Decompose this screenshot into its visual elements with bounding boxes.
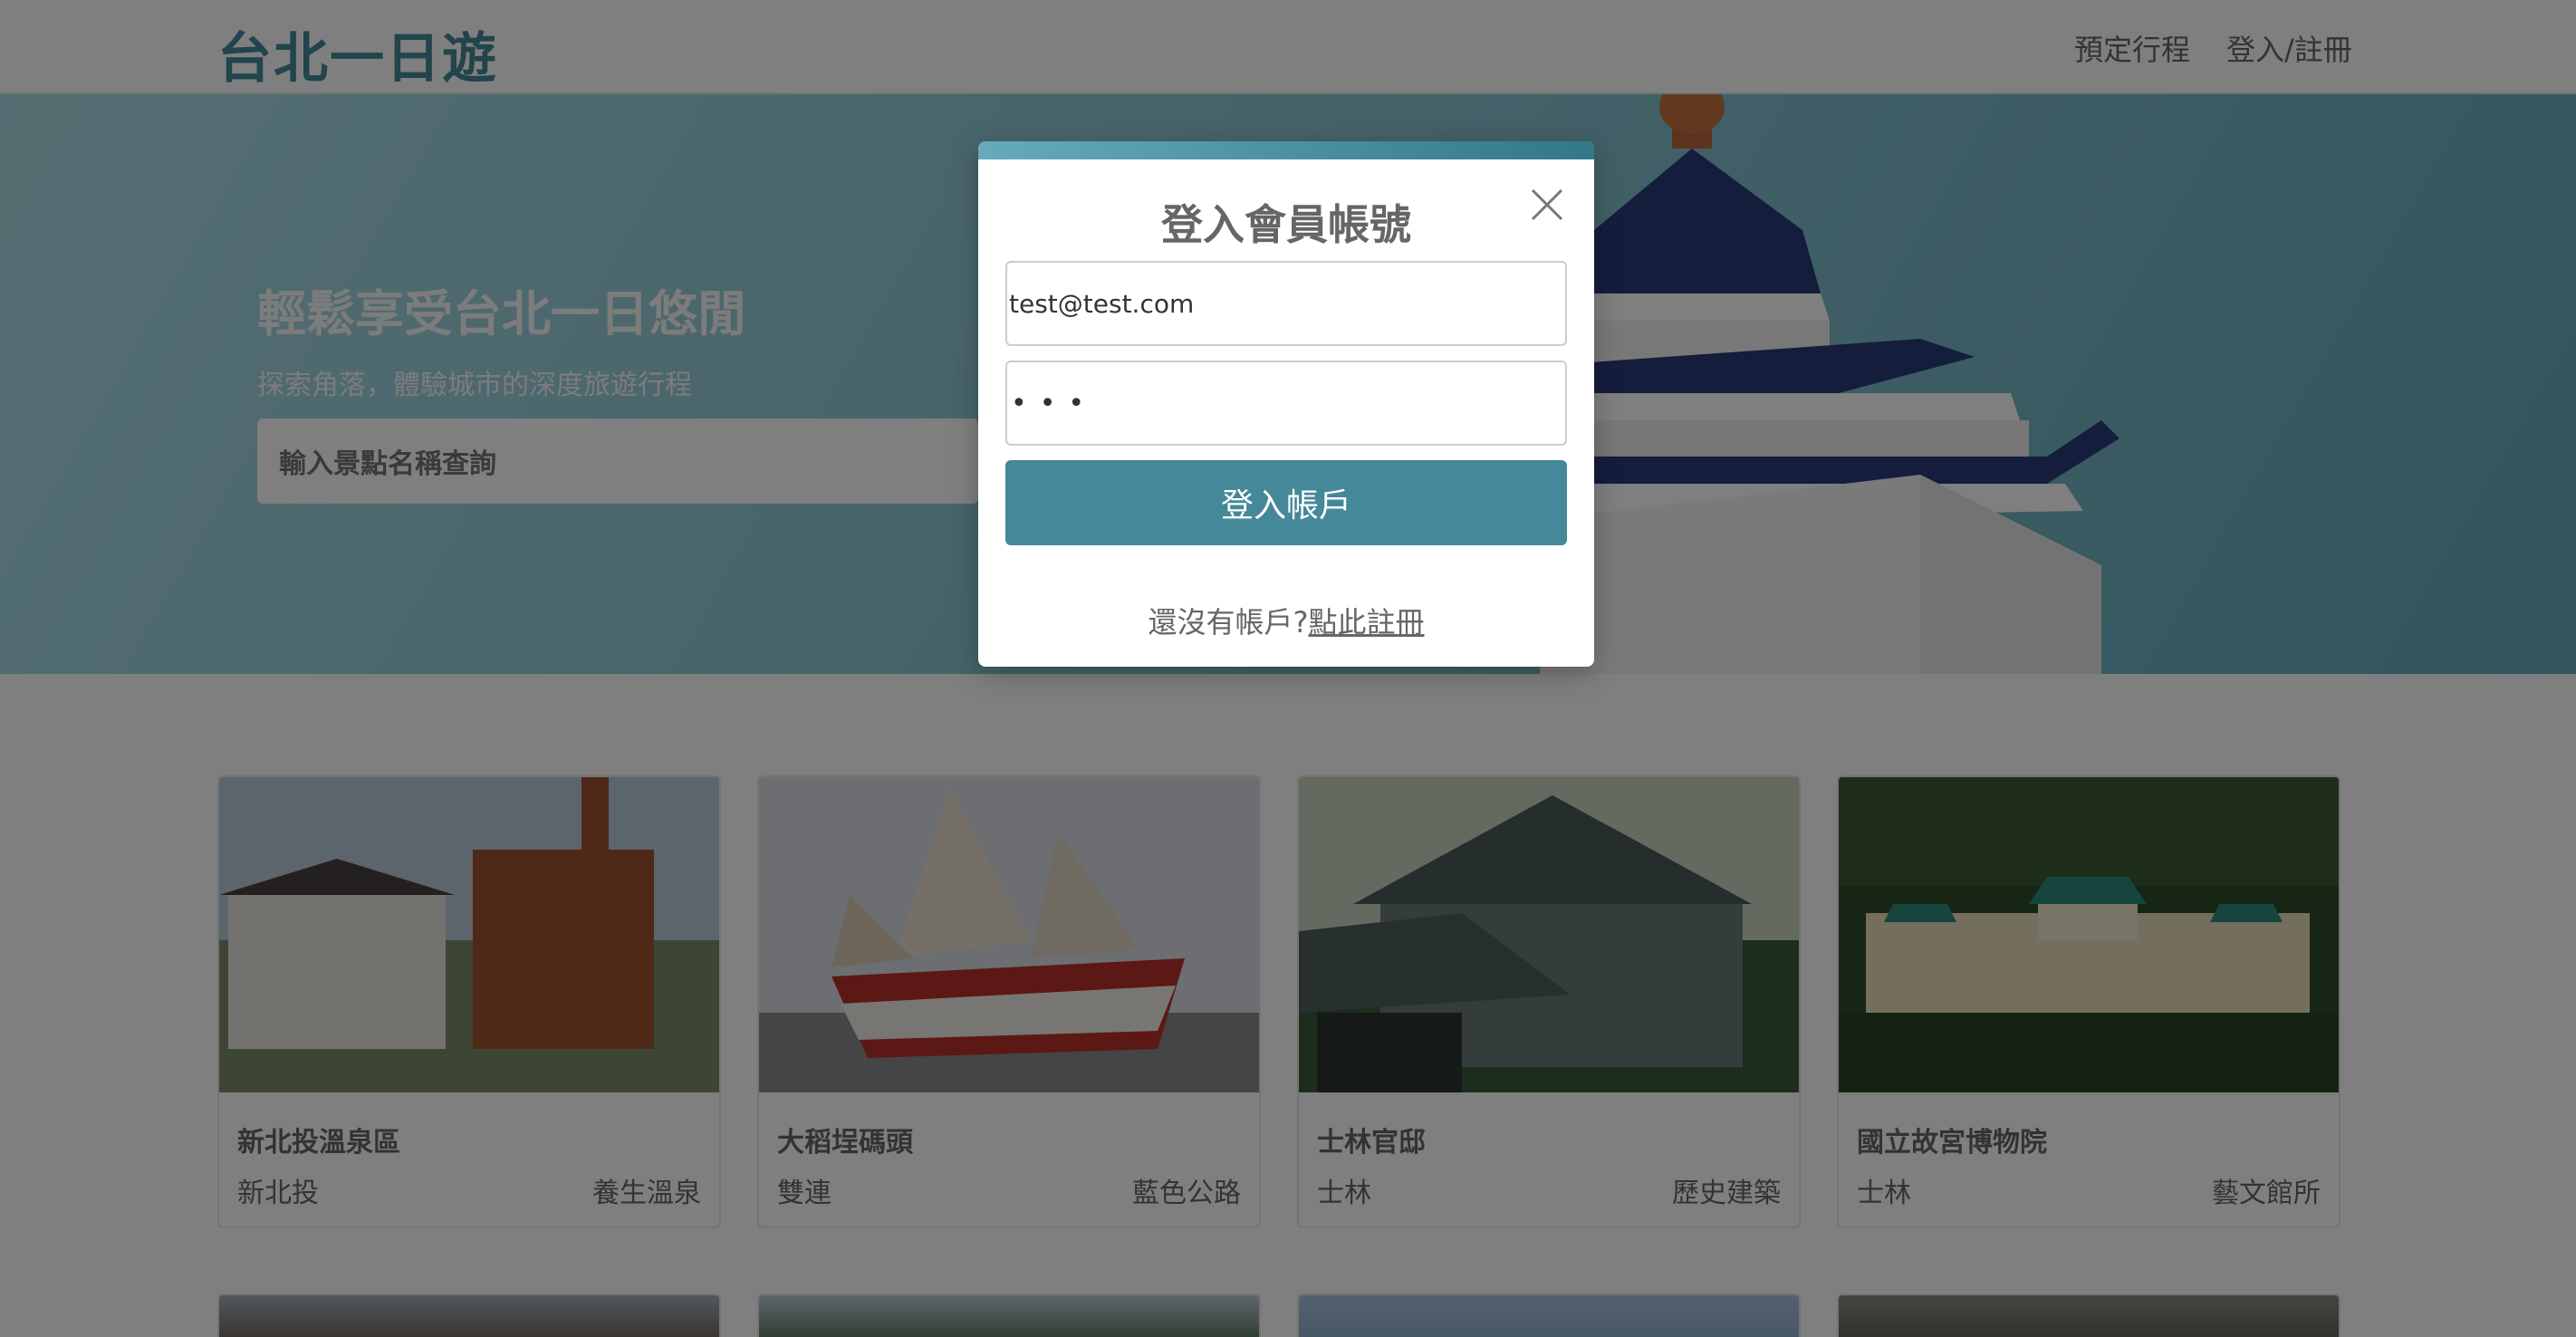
login-button[interactable]: 登入帳戶 (1005, 460, 1567, 545)
close-icon[interactable] (1529, 187, 1565, 223)
register-link[interactable]: 點此註冊 (1308, 605, 1424, 640)
dialog-accent-bar (978, 141, 1594, 159)
register-prompt-text: 還沒有帳戶? (1148, 605, 1309, 640)
login-dialog: 登入會員帳號 登入帳戶 還沒有帳戶?點此註冊 (978, 141, 1594, 667)
register-prompt: 還沒有帳戶?點此註冊 (978, 600, 1594, 641)
password-field[interactable] (1005, 361, 1567, 446)
dialog-title: 登入會員帳號 (1161, 200, 1411, 249)
email-field[interactable] (1005, 261, 1567, 346)
